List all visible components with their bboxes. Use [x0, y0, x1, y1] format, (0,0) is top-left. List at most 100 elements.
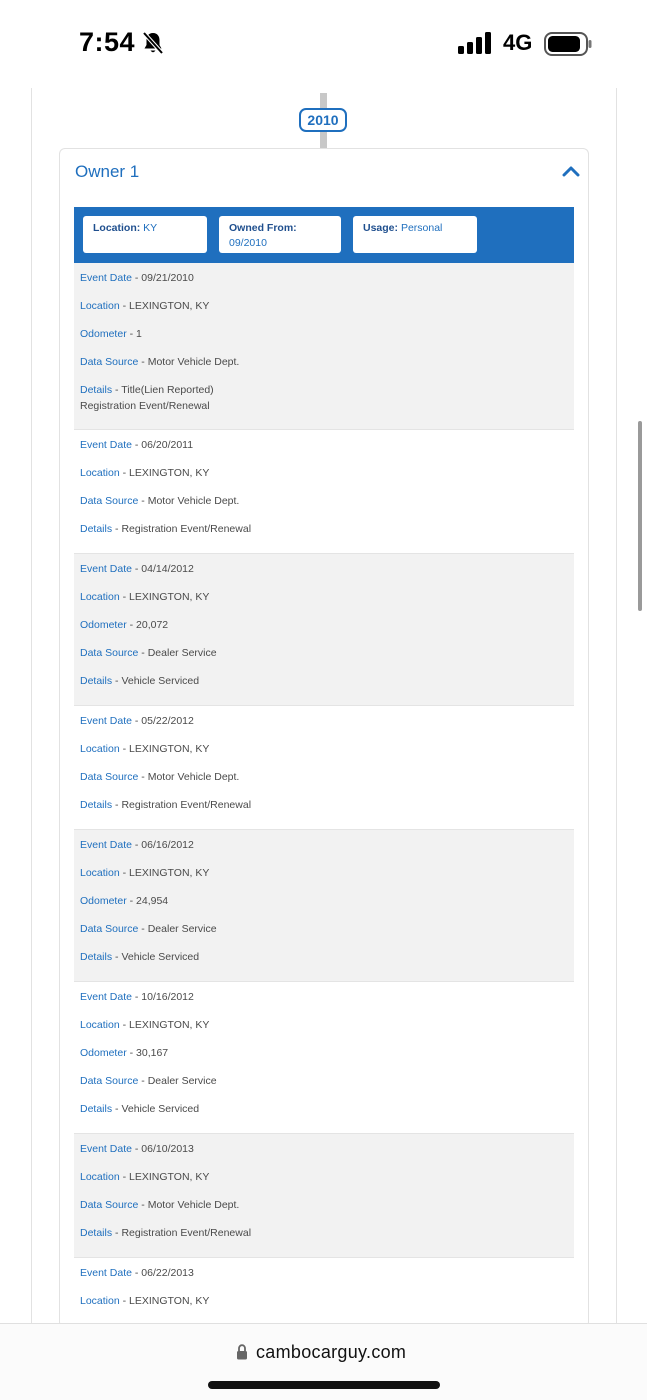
event-field-key: Event Date: [80, 991, 132, 1003]
event-field-value: Registration Event/Renewal: [121, 799, 252, 811]
event-field-separator: -: [119, 743, 130, 755]
event-field-value: 05/22/2012: [141, 715, 194, 727]
home-indicator[interactable]: [208, 1381, 440, 1389]
event-field-value: LEXINGTON, KY: [129, 591, 210, 603]
event-field-key: Details: [80, 523, 113, 535]
event-field: Event Date - 05/22/2012: [80, 713, 194, 729]
event-field-separator: -: [131, 439, 142, 451]
event-field-value: 30,167: [136, 1047, 169, 1059]
usage-label: Usage:: [363, 222, 399, 234]
event-field-value: Motor Vehicle Dept.: [147, 356, 240, 368]
event-field-value: LEXINGTON, KY: [129, 743, 210, 755]
owner-header[interactable]: Owner 1: [60, 149, 588, 193]
event-field-key: Odometer: [80, 328, 127, 340]
event-field-separator: -: [138, 356, 148, 368]
event-field-value: Vehicle Serviced: [121, 675, 200, 687]
event-field-separator: -: [138, 1199, 148, 1211]
event-field: Data Source - Dealer Service: [80, 1073, 217, 1089]
event-record: Event Date - 04/14/2012 Location - LEXING…: [74, 554, 574, 706]
event-field: Location - LEXINGTON, KY: [80, 1017, 209, 1033]
event-field-value: 09/21/2010: [141, 272, 194, 284]
event-field-value: LEXINGTON, KY: [129, 1019, 210, 1031]
event-field-value: LEXINGTON, KY: [129, 1171, 210, 1183]
event-field: Location - LEXINGTON, KY: [80, 741, 209, 757]
event-field-separator: -: [131, 563, 142, 575]
owned-from-label: Owned From:: [229, 222, 297, 234]
event-field-value: LEXINGTON, KY: [129, 1295, 210, 1307]
event-field-key: Location: [80, 591, 120, 603]
event-field-key: Data Source: [80, 495, 139, 507]
event-list: Event Date - 09/21/2010 Location - LEXING…: [74, 263, 574, 1338]
event-field-key: Event Date: [80, 439, 132, 451]
event-field-key: Data Source: [80, 1199, 139, 1211]
event-field-value: Motor Vehicle Dept.: [147, 771, 240, 783]
scrollbar-thumb[interactable]: [638, 421, 642, 611]
event-field-key: Event Date: [80, 839, 132, 851]
event-field-key: Details: [80, 1227, 113, 1239]
event-field: Location - LEXINGTON, KY: [80, 865, 209, 881]
browser-address-bar[interactable]: cambocarguy.com: [0, 1323, 647, 1400]
event-field-value: 06/16/2012: [141, 839, 194, 851]
event-field-value: LEXINGTON, KY: [129, 867, 210, 879]
event-field-key: Details: [80, 1103, 113, 1115]
owner-title: Owner 1: [75, 162, 140, 181]
url-text[interactable]: cambocarguy.com: [256, 1342, 406, 1363]
event-field-value-continued: Registration Event/Renewal: [80, 400, 210, 412]
event-field-key: Odometer: [80, 619, 127, 631]
event-field-key: Location: [80, 1295, 120, 1307]
event-field-key: Details: [80, 799, 113, 811]
event-field: Data Source - Dealer Service: [80, 645, 217, 661]
event-record: Event Date - 09/21/2010 Location - LEXING…: [74, 263, 574, 430]
status-time: 7:54: [79, 27, 136, 57]
event-field-value: 10/16/2012: [141, 991, 194, 1003]
event-record: Event Date - 06/10/2013 Location - LEXING…: [74, 1134, 574, 1258]
event-field-key: Event Date: [80, 1267, 132, 1279]
chevron-up-icon[interactable]: [562, 165, 580, 177]
event-field: Location - LEXINGTON, KY: [80, 589, 209, 605]
event-field: Location - LEXINGTON, KY: [80, 1293, 209, 1309]
event-record: Event Date - 06/16/2012 Location - LEXING…: [74, 830, 574, 982]
event-field: Details - Registration Event/Renewal: [80, 797, 251, 813]
signal-icon: [458, 32, 491, 54]
event-field-key: Details: [80, 951, 113, 963]
event-field-value: Vehicle Serviced: [121, 1103, 200, 1115]
network-type: 4G: [503, 30, 533, 55]
event-field-value: Motor Vehicle Dept.: [147, 495, 240, 507]
event-field-key: Details: [80, 384, 113, 396]
event-field-value: 06/20/2011: [141, 439, 194, 451]
event-field-separator: -: [119, 867, 130, 879]
event-record: Event Date - 10/16/2012 Location - LEXING…: [74, 982, 574, 1134]
event-field-separator: -: [131, 715, 142, 727]
event-field: Event Date - 06/16/2012: [80, 837, 194, 853]
event-field: Data Source - Motor Vehicle Dept.: [80, 354, 239, 370]
event-field: Event Date - 06/20/2011: [80, 437, 193, 453]
event-field-key: Odometer: [80, 895, 127, 907]
event-field-value: LEXINGTON, KY: [129, 300, 210, 312]
event-field-separator: -: [126, 619, 137, 631]
event-field-separator: -: [131, 1267, 142, 1279]
event-field-separator: -: [131, 1143, 142, 1155]
event-field: Event Date - 04/14/2012: [80, 561, 194, 577]
event-field-separator: -: [131, 272, 142, 284]
event-record: Event Date - 05/22/2012 Location - LEXING…: [74, 706, 574, 830]
event-field-value: LEXINGTON, KY: [129, 467, 210, 479]
event-field: Event Date - 06/22/2013: [80, 1265, 194, 1281]
battery-icon: [544, 32, 592, 56]
event-field-key: Data Source: [80, 1075, 139, 1087]
event-field-key: Odometer: [80, 1047, 127, 1059]
event-field-key: Location: [80, 1171, 120, 1183]
event-field-value: 1: [136, 328, 142, 340]
event-field-key: Event Date: [80, 1143, 132, 1155]
event-field-value: 06/10/2013: [141, 1143, 194, 1155]
event-field: Location - LEXINGTON, KY: [80, 465, 209, 481]
event-field: Details - Vehicle Serviced: [80, 1101, 199, 1117]
event-field-key: Data Source: [80, 923, 139, 935]
event-field-key: Location: [80, 867, 120, 879]
event-field-key: Data Source: [80, 771, 139, 783]
event-field-separator: -: [119, 591, 130, 603]
event-field-separator: -: [119, 1019, 130, 1031]
event-field-value: 04/14/2012: [141, 563, 194, 575]
event-field-value: Vehicle Serviced: [121, 951, 200, 963]
owner-location-value: KY: [143, 222, 158, 234]
event-field: Details - Registration Event/Renewal: [80, 521, 251, 537]
